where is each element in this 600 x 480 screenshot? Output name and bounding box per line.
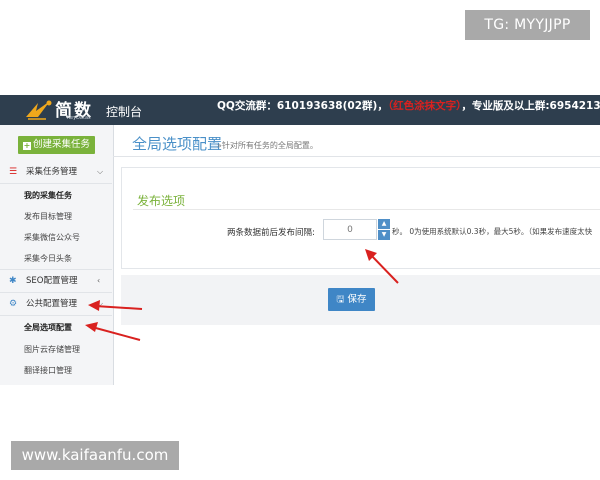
sidebar-item-wechat[interactable]: 采集微信公众号	[24, 232, 80, 243]
sidebar-section-seo[interactable]: ✱ SEO配置管理 ‹	[0, 269, 112, 293]
panel-title: 发布选项	[137, 194, 186, 208]
sidebar-item-my-tasks[interactable]: 我的采集任务	[24, 190, 72, 201]
divider	[113, 156, 600, 157]
sidebar-item-publish-targets[interactable]: 发布目标管理	[24, 211, 72, 222]
chevron-down-icon: ⌵	[97, 167, 104, 176]
telegram-watermark: TG: MYYJJPP	[465, 10, 590, 40]
publish-interval-hint: 秒。 0为使用系统默认0.3秒，最大5秒。（如果发布速度太快	[392, 227, 593, 236]
sidebar-item-translation[interactable]: 翻译接口管理	[24, 365, 72, 376]
gear-icon: ✱	[9, 276, 17, 286]
sidebar-item-toutiao[interactable]: 采集今日头条	[24, 253, 72, 264]
sidebar-item-image-storage[interactable]: 图片云存储管理	[24, 344, 80, 355]
publish-options-panel	[121, 167, 600, 269]
page-title: 全局选项配置	[132, 135, 223, 153]
sidebar-section-label: 公共配置管理	[26, 299, 78, 309]
publish-interval-input[interactable]: 0	[323, 219, 377, 240]
site-watermark: www.kaifaanfu.com	[11, 441, 179, 470]
qq-suffix: ，专业版及以上群:695421375	[461, 100, 600, 112]
qq-prefix: QQ交流群：610193638(02群)，	[217, 100, 388, 112]
spinner-down-icon[interactable]: ▼	[378, 230, 390, 240]
sidebar-section-public[interactable]: ⚙ 公共配置管理 ⌵	[0, 293, 112, 316]
chevron-down-icon: ⌵	[97, 299, 104, 308]
chevron-left-icon: ‹	[97, 276, 101, 285]
qq-group-info: QQ交流群：610193638(02群)，（红色涂抹文字），专业版及以上群:69…	[217, 98, 600, 113]
plus-icon: +	[22, 141, 31, 150]
logo-icon	[26, 100, 52, 120]
save-label: 保存	[347, 294, 367, 305]
publish-interval-label: 两条数据前后发布间隔:	[227, 228, 315, 238]
sidebar-section-collect[interactable]: ☰ 采集任务管理 ⌵	[0, 161, 112, 184]
page-subtitle: »针对所有任务的全局配置。	[217, 141, 318, 150]
gears-icon: ⚙	[9, 299, 18, 309]
divider	[133, 209, 600, 210]
sidebar-item-global-options[interactable]: 全局选项配置	[24, 322, 72, 333]
sidebar-section-label: SEO配置管理	[26, 276, 78, 286]
logo-subtext: KeyDatas	[67, 115, 91, 121]
create-task-button[interactable]: + 创建采集任务	[18, 136, 95, 154]
qq-redacted: （红色涂抹文字）	[387, 100, 462, 112]
sidebar-section-label: 采集任务管理	[26, 167, 78, 177]
save-button[interactable]: 🖫 保存	[328, 288, 375, 311]
spinner-up-icon[interactable]: ▲	[378, 219, 390, 229]
create-task-label: 创建采集任务	[32, 139, 90, 150]
save-icon: 🖫	[336, 294, 348, 305]
console-link[interactable]: 控制台	[106, 103, 142, 120]
list-icon: ☰	[9, 167, 18, 177]
